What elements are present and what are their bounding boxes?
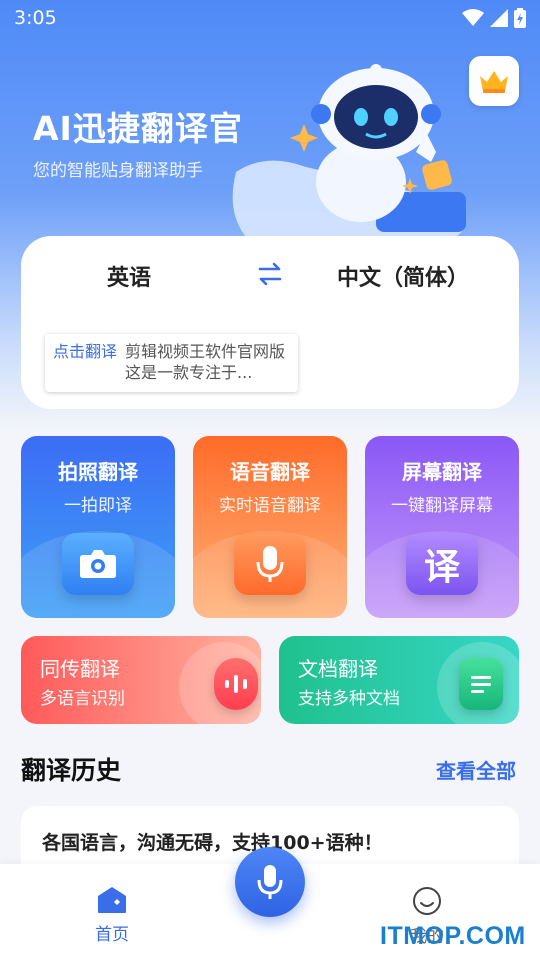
feature-title: 同传翻译 (40, 657, 120, 681)
photo-translate-card[interactable]: 拍照翻译 一拍即译 (21, 436, 175, 618)
microphone-icon (234, 533, 306, 595)
wifi-icon (462, 9, 484, 26)
voice-translate-card[interactable]: 语音翻译 实时语音翻译 (193, 436, 347, 618)
history-title: 翻译历史 (21, 756, 122, 785)
voice-input-fab-button[interactable] (235, 847, 305, 917)
history-item[interactable]: 各国语言，沟通无碍，支持100+语种！ (42, 828, 383, 855)
simultaneous-translate-card[interactable]: 同传翻译 多语言识别 (21, 636, 261, 724)
robot-mascot-illustration (232, 64, 466, 237)
crown-icon (480, 71, 508, 93)
view-all-link[interactable]: 查看全部 (436, 755, 516, 784)
smiley-face-icon (413, 887, 441, 915)
voice-wave-icon (214, 658, 258, 710)
app-title: AI迅捷翻译官 (33, 109, 243, 148)
target-language-selector[interactable]: 中文（简体） (337, 260, 469, 292)
feature-subtitle: 一拍即译 (64, 496, 132, 516)
document-icon (459, 658, 503, 710)
status-bar: 3:05 (0, 0, 540, 36)
feature-subtitle: 支持多种文档 (298, 689, 400, 709)
feature-title: 文档翻译 (298, 657, 378, 681)
feature-subtitle: 实时语音翻译 (219, 496, 321, 516)
vip-crown-button[interactable] (469, 56, 519, 106)
watermark: ITMOP.COM (380, 922, 526, 950)
battery-icon (514, 8, 526, 28)
document-translate-card[interactable]: 文档翻译 支持多种文档 (279, 636, 519, 724)
swap-arrows-icon[interactable] (255, 259, 285, 289)
hint-preview-text: 剪辑视频王软件官网版这是一款专注于... (125, 342, 286, 382)
feature-title: 屏幕翻译 (402, 460, 482, 484)
tap-to-translate-link[interactable]: 点击翻译 (53, 341, 117, 385)
feature-subtitle: 一键翻译屏幕 (391, 496, 493, 516)
feature-title: 语音翻译 (230, 460, 310, 484)
feature-title: 拍照翻译 (58, 460, 138, 484)
camera-icon (62, 533, 134, 595)
screen-translate-card[interactable]: 屏幕翻译 一键翻译屏幕 译 (365, 436, 519, 618)
signal-icon (490, 9, 508, 27)
nav-item-home[interactable]: 首页 (80, 886, 144, 945)
app-subtitle: 您的智能贴身翻译助手 (33, 161, 203, 181)
microphone-icon (257, 865, 283, 899)
nav-home-label: 首页 (95, 925, 129, 945)
status-time: 3:05 (14, 7, 57, 29)
translate-input-card[interactable]: 英语 中文（简体） 点击翻译 剪辑视频王软件官网版这是一款专注于... (21, 236, 519, 409)
translate-glyph: 译 (423, 547, 460, 588)
translate-hint-box[interactable]: 点击翻译 剪辑视频王软件官网版这是一款专注于... (45, 334, 298, 392)
feature-subtitle: 多语言识别 (40, 689, 125, 709)
status-icons (462, 8, 526, 28)
source-language-selector[interactable]: 英语 (107, 260, 151, 292)
home-icon (98, 887, 126, 913)
translate-char-icon: 译 (406, 533, 478, 595)
